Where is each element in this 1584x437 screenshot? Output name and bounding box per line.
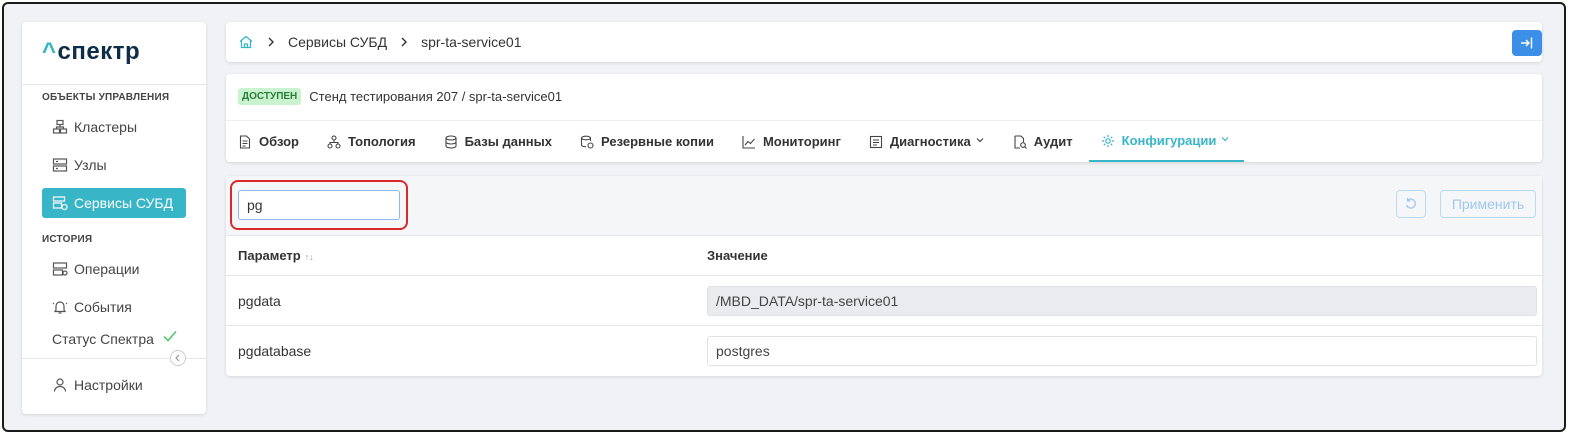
backup-icon [580,135,594,149]
undo-icon [1405,198,1416,209]
tab-backups[interactable]: Резервные копии [580,121,728,162]
document-icon [238,134,252,149]
param-name: pgdata [238,293,281,309]
gear-icon [1101,134,1115,148]
logout-button[interactable] [1512,30,1542,56]
section-title-objects: ОБЪЕКТЫ УПРАВЛЕНИЯ [42,92,170,103]
tab-monitoring[interactable]: Мониторинг [742,121,855,162]
tab-databases[interactable]: Базы данных [444,121,566,162]
table-row: pgdatabase postgres [226,326,1542,376]
chart-icon [742,135,756,149]
service-name: Стенд тестирования 207 / spr-ta-service0… [309,89,563,104]
config-panel: Применить Параметр↑↓ Значение pgdata /MB… [226,176,1542,376]
param-value-readonly: /MBD_DATA/spr-ta-service01 [707,286,1537,316]
cluster-icon [52,119,68,135]
sidebar-item-label: Сервисы СУБД [74,195,174,211]
breadcrumb: Сервисы СУБД spr-ta-service01 [226,22,1542,62]
table-row: pgdata /MBD_DATA/spr-ta-service01 [226,276,1542,326]
database-icon [444,134,458,149]
sidebar-item-label: Настройки [74,377,143,393]
sidebar-item-db-services[interactable]: Сервисы СУБД [42,188,186,218]
chevron-left-icon [175,354,180,362]
column-header-value: Значение [707,248,768,263]
operations-icon [52,261,68,277]
reset-button[interactable] [1396,190,1426,218]
config-toolbar: Применить [226,176,1542,236]
logo-text: спектр [57,38,141,65]
topology-icon [327,134,341,149]
chevron-right-icon [266,34,276,50]
sidebar-item-events[interactable]: События [42,292,186,322]
chevron-down-icon [975,135,985,148]
sidebar-item-label: Узлы [74,157,107,173]
section-title-history: ИСТОРИЯ [42,234,93,245]
param-value-input[interactable]: postgres [707,336,1537,366]
param-name: pgdatabase [238,343,312,359]
database-service-icon [52,195,68,211]
divider [22,84,206,85]
sort-icon: ↑↓ [304,252,314,262]
check-icon [162,328,178,349]
status-label: Статус Спектра [52,330,154,347]
logo[interactable]: ^спектр [42,38,140,66]
tab-diagnostics[interactable]: Диагностика [869,121,999,162]
server-icon [52,157,68,173]
tab-audit[interactable]: Аудит [1013,121,1087,162]
breadcrumb-service[interactable]: spr-ta-service01 [421,34,521,50]
table-header: Параметр ↑↓ Значение [226,236,1542,276]
search-input[interactable] [238,190,400,220]
tab-topology[interactable]: Топология [327,121,430,162]
service-header: ДОСТУПЕН Стенд тестирования 207 / spr-ta… [226,74,1542,162]
audit-icon [1013,134,1027,149]
column-header-param[interactable]: Параметр ↑↓ [238,248,314,263]
sidebar-item-label: Операции [74,261,140,277]
sidebar-item-nodes[interactable]: Узлы [42,150,186,180]
sidebar-item-label: Кластеры [74,119,137,135]
home-icon[interactable] [238,34,254,50]
logout-icon [1521,37,1533,49]
apply-button[interactable]: Применить [1440,190,1536,218]
sidebar-item-label: События [74,299,132,315]
chevron-right-icon [399,34,409,50]
status-spectra[interactable]: Статус Спектра [52,328,178,349]
app-window: ^спектр ОБЪЕКТЫ УПРАВЛЕНИЯ Кластеры Узлы… [2,2,1566,432]
tab-bar: Обзор Топология Базы данных Резервные ко… [238,121,1258,162]
sidebar-item-clusters[interactable]: Кластеры [42,112,186,142]
tab-configurations[interactable]: Конфигурации [1088,121,1245,162]
sidebar: ^спектр ОБЪЕКТЫ УПРАВЛЕНИЯ Кластеры Узлы… [22,22,206,414]
sidebar-item-settings[interactable]: Настройки [42,370,186,400]
diagnostics-icon [869,135,883,149]
status-badge: ДОСТУПЕН [238,88,302,105]
sidebar-item-operations[interactable]: Операции [42,254,186,284]
events-icon [52,299,68,315]
user-icon [52,377,68,393]
chevron-down-icon [1220,134,1230,147]
service-title: ДОСТУПЕН Стенд тестирования 207 / spr-ta… [238,88,562,105]
breadcrumb-db-services[interactable]: Сервисы СУБД [288,34,387,50]
tab-overview[interactable]: Обзор [238,121,313,162]
collapse-sidebar-button[interactable] [170,350,186,366]
